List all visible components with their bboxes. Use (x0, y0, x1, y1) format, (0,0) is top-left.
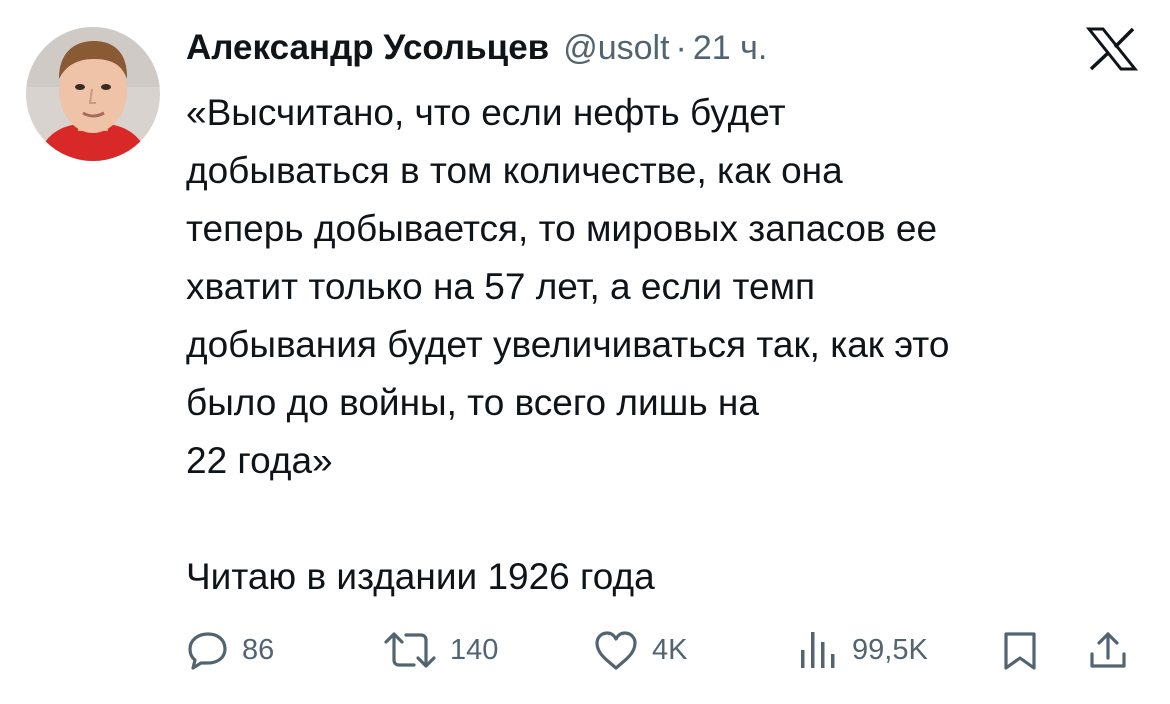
share-button[interactable] (1086, 622, 1130, 678)
like-button[interactable]: 4K (592, 622, 687, 678)
tweet-header: Александр Усольцев @usolt · 21 ч. (186, 22, 767, 74)
repost-button[interactable]: 140 (382, 622, 498, 678)
like-count: 4K (652, 633, 688, 666)
avatar[interactable] (26, 27, 160, 161)
views-count: 99,5K (852, 633, 928, 666)
repost-icon (384, 632, 436, 668)
header-separator: · (675, 28, 687, 67)
x-logo-icon[interactable] (1085, 26, 1139, 72)
share-icon (1090, 632, 1126, 668)
views-button[interactable]: 99,5K (796, 622, 928, 678)
tweet-line: «Высчитано, что если нефть будет (186, 92, 786, 133)
tweet-line: добываться в том количестве, как она (186, 150, 843, 191)
tweet-line: было до войны, то всего лишь на (186, 382, 759, 423)
bookmark-button[interactable] (998, 622, 1042, 678)
reply-button[interactable]: 86 (186, 622, 274, 678)
reply-icon (188, 632, 227, 670)
author-handle[interactable]: @usolt (563, 29, 669, 68)
tweet-line: теперь добывается, то мировых запасов ее (186, 208, 938, 249)
timestamp[interactable]: 21 ч. (693, 29, 767, 68)
tweet-line: Читаю в издании 1926 года (186, 556, 655, 597)
tweet-text: «Высчитано, что если нефть будет добыват… (186, 84, 1156, 606)
bookmark-icon (1004, 632, 1036, 670)
tweet-actions: 86 140 4K 99,5K (186, 622, 1136, 678)
tweet-line: добывания будет увеличиваться так, как э… (186, 324, 950, 365)
avatar-image (26, 27, 160, 161)
repost-count: 140 (450, 633, 499, 666)
tweet-line: 22 года» (186, 440, 333, 481)
heart-icon (595, 631, 637, 670)
tweet-line: хватит только на 57 лет, а если темп (186, 266, 816, 307)
author-name[interactable]: Александр Усольцев (186, 28, 549, 68)
views-chart-icon (801, 632, 835, 668)
reply-count: 86 (242, 633, 275, 666)
